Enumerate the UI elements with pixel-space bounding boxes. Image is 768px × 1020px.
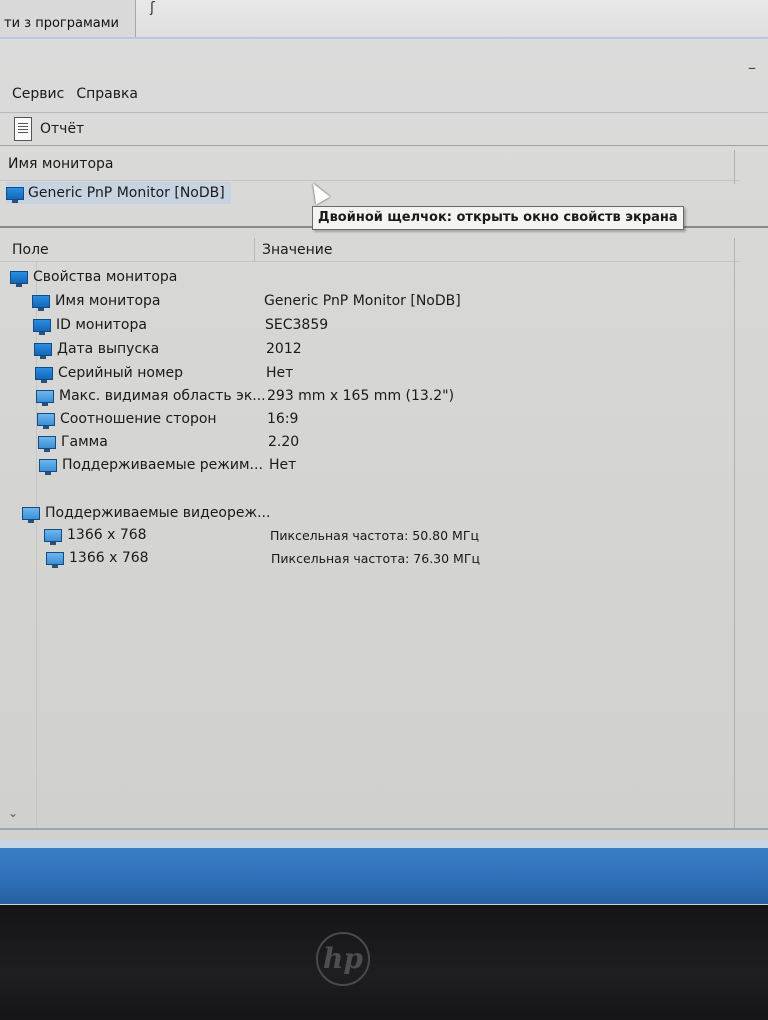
row-value: Пиксельная частота: 50.80 МГц	[270, 524, 479, 546]
table-row[interactable]: Дата выпуска	[34, 338, 159, 360]
monitor-icon	[44, 528, 62, 545]
monitor-list-label: Generic PnP Monitor [NoDB]	[28, 185, 225, 201]
minimize-icon[interactable]: –	[748, 58, 756, 77]
row-value: 293 mm x 165 mm (13.2")	[267, 385, 454, 407]
row-value: Generic PnP Monitor [NoDB]	[264, 290, 461, 312]
row-value: 2.20	[268, 431, 299, 453]
field-value: 2.20	[268, 434, 300, 450]
field-value: Пиксельная частота: 76.30 МГц	[271, 550, 480, 566]
table-row[interactable]: Гамма	[38, 431, 108, 453]
menu-service[interactable]: Сервис	[12, 86, 64, 108]
field-label: Поддерживаемые режим...	[62, 457, 263, 473]
field-value: 16:9	[267, 411, 299, 427]
field-value: SEC3859	[265, 317, 329, 333]
monitor-icon	[38, 435, 56, 452]
monitor-icon	[37, 412, 55, 429]
field-label: Серийный номер	[58, 365, 184, 381]
details-pane: Поле Значение Свойства монитора Имя мони…	[0, 232, 768, 832]
tree-group-properties[interactable]: Свойства монитора	[10, 266, 177, 288]
row-value: SEC3859	[265, 314, 328, 336]
column-value-header[interactable]: Значение	[262, 242, 332, 258]
field-value: Generic PnP Monitor [NoDB]	[264, 293, 461, 309]
field-value: Нет	[269, 457, 297, 473]
row-value: 16:9	[267, 408, 298, 430]
taskbar-edge	[0, 840, 768, 848]
column-headers: Поле Значение	[0, 238, 740, 262]
table-row[interactable]: 1366 x 768	[44, 524, 147, 546]
field-label: ID монитора	[56, 317, 147, 333]
monitor-icon	[10, 270, 28, 287]
column-field-header[interactable]: Поле	[12, 242, 49, 258]
screen: ти з програмами ʃ – Сервис Справка Отчёт…	[0, 0, 768, 905]
monitor-icon	[46, 551, 64, 568]
field-label: Макс. видимая область эк...	[59, 388, 266, 404]
row-value: Нет	[269, 454, 296, 476]
row-value: Пиксельная частота: 76.30 МГц	[271, 547, 480, 569]
row-value: 2012	[266, 338, 302, 360]
monitor-icon	[6, 186, 24, 203]
field-label: 1366 x 768	[69, 550, 149, 566]
table-row[interactable]: Имя монитора	[32, 290, 160, 312]
report-button[interactable]: Отчёт	[40, 121, 84, 137]
header-divider	[0, 180, 740, 181]
scrollbar-divider	[734, 150, 735, 184]
monitor-icon	[32, 294, 50, 311]
monitor-icon	[22, 506, 40, 523]
menu-bar: Сервис Справка	[0, 86, 768, 108]
laptop-bezel	[0, 905, 768, 1020]
table-row[interactable]: Соотношение сторон	[37, 408, 217, 430]
toolbar: Отчёт	[0, 112, 768, 146]
top-strip: ти з програмами ʃ	[0, 0, 768, 40]
browser-tab[interactable]: ти з програмами	[0, 0, 136, 38]
field-value: 293 mm x 165 mm (13.2")	[267, 388, 455, 404]
cursor-mark-icon: ʃ	[150, 0, 155, 16]
field-value: Пиксельная частота: 50.80 МГц	[270, 527, 479, 543]
field-label: 1366 x 768	[67, 527, 147, 543]
monitor-list-item[interactable]: Generic PnP Monitor [NoDB]	[6, 182, 231, 204]
monitor-icon	[35, 366, 53, 383]
field-value: Нет	[266, 365, 294, 381]
status-divider	[0, 828, 768, 830]
scrollbar-track[interactable]	[734, 262, 735, 828]
tooltip: Двойной щелчок: открыть окно свойств экр…	[312, 206, 684, 230]
monitor-name-header[interactable]: Имя монитора	[8, 156, 113, 172]
monitor-icon	[34, 342, 52, 359]
menu-help[interactable]: Справка	[76, 86, 138, 108]
table-row[interactable]: Макс. видимая область эк...	[36, 385, 266, 407]
scrollbar-divider	[734, 238, 735, 262]
table-row[interactable]: Серийный номер	[35, 362, 183, 384]
monitor-icon	[33, 318, 51, 335]
field-label: Дата выпуска	[57, 341, 160, 357]
field-label: Соотношение сторон	[60, 411, 217, 427]
group-label: Свойства монитора	[33, 269, 178, 285]
monitor-icon	[39, 458, 57, 475]
tab-underline	[0, 37, 768, 39]
table-row[interactable]: ID монитора	[33, 314, 147, 336]
table-row[interactable]: 1366 x 768	[46, 547, 149, 569]
field-label: Имя монитора	[55, 293, 161, 309]
field-value: 2012	[266, 341, 302, 357]
tree-group-modes[interactable]: Поддерживаемые видеореж...	[22, 502, 270, 524]
chevron-down-icon[interactable]: ⌄	[8, 806, 18, 820]
row-value: Нет	[266, 362, 293, 384]
taskbar[interactable]	[0, 848, 768, 904]
group-label: Поддерживаемые видеореж...	[45, 505, 271, 521]
table-row[interactable]: Поддерживаемые режим...	[39, 454, 263, 476]
report-icon[interactable]	[14, 117, 32, 141]
field-label: Гамма	[61, 434, 108, 450]
monitor-icon	[36, 389, 54, 406]
column-separator[interactable]	[254, 238, 255, 262]
hp-logo: hp	[316, 932, 370, 986]
